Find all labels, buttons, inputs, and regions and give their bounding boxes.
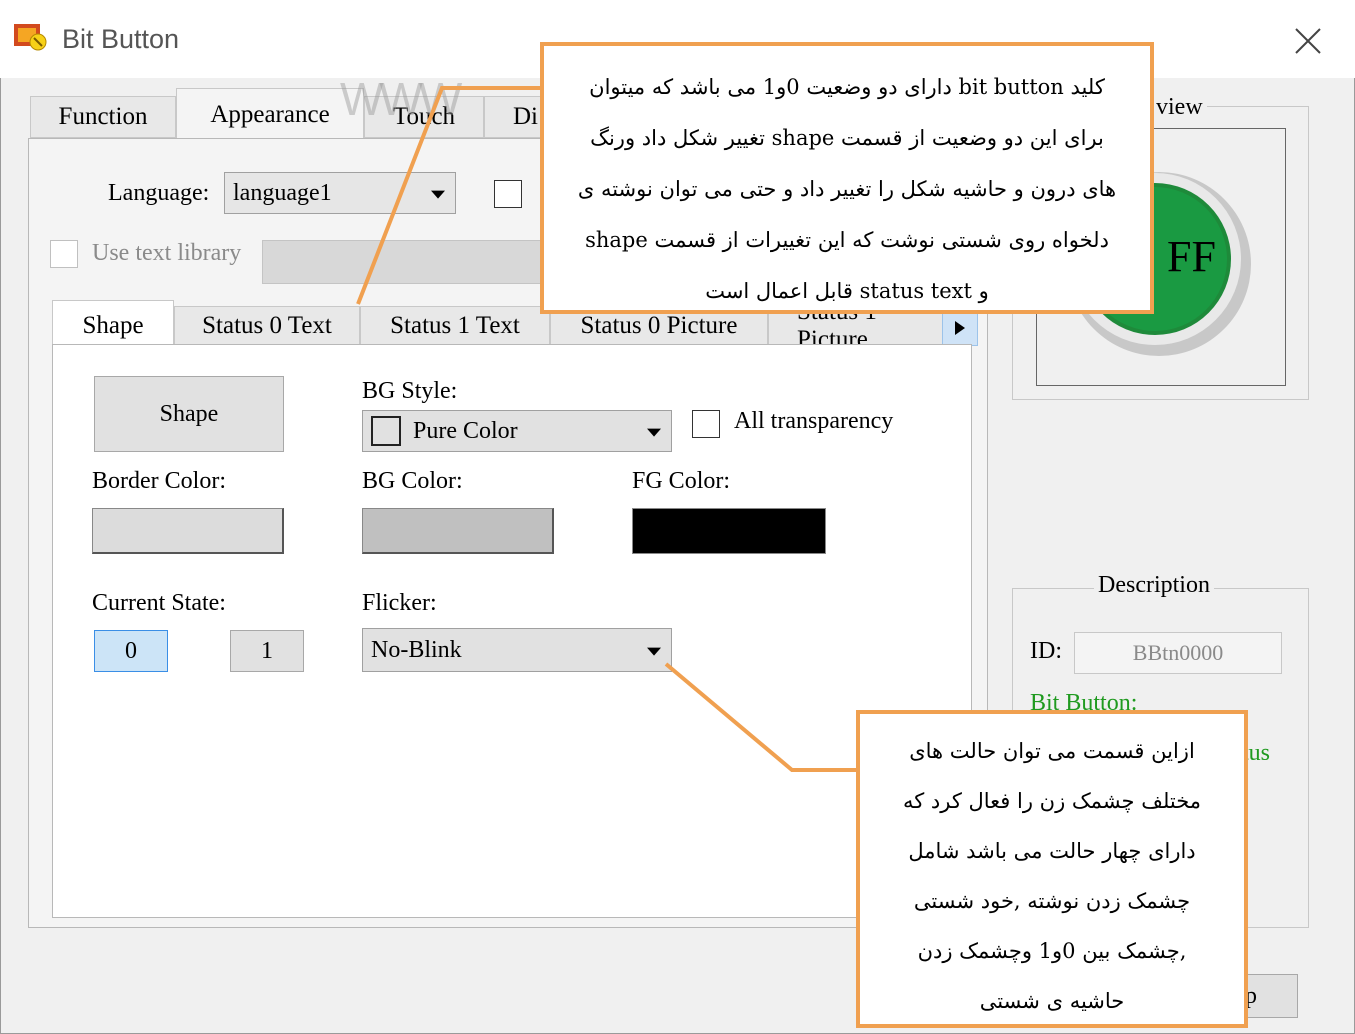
square-icon [371,416,401,446]
state-1-button[interactable]: 1 [230,630,304,672]
flicker-value: No-Blink [371,636,462,663]
preview-button-text: FF [1167,232,1216,281]
fg-color-swatch[interactable] [632,508,826,554]
language-value: language1 [233,179,332,206]
close-icon [1295,28,1321,54]
flicker-label: Flicker: [362,590,437,616]
bg-color-swatch[interactable] [362,508,554,554]
bg-color-label: BG Color: [362,468,463,494]
top-callout-line: و status text قابل اعمال است [705,279,989,303]
close-button[interactable] [1280,18,1336,64]
border-color-label: Border Color: [92,468,226,494]
tab-display[interactable]: Di [484,96,544,138]
fg-color-label: FG Color: [632,468,731,494]
chevron-down-icon [647,428,661,437]
use-text-library-label: Use text library [92,240,242,266]
bg-style-value: Pure Color [413,417,518,444]
description-title: Description [1094,572,1214,599]
app-icon [14,22,48,52]
top-callout-line: دلخواه روی شستی نوشت که این تغییرات از ق… [585,228,1109,252]
current-state-label: Current State: [92,590,226,616]
chevron-down-icon [647,647,661,656]
tab-function[interactable]: Function [30,96,176,138]
top-callout-line: های درون و حاشیه شکل را تغییر داد و حتی … [577,177,1117,201]
use-text-library-checkbox[interactable] [50,240,78,268]
bottom-callout: ازاین قسمت می توان حالت های مختلف چشمک ز… [856,710,1248,1028]
id-field[interactable]: BBtn0000 [1074,632,1282,674]
tab-appearance[interactable]: Appearance [176,88,364,140]
chevron-right-icon [955,321,965,335]
state-0-button[interactable]: 0 [94,630,168,672]
tab-shape[interactable]: Shape [52,300,174,350]
shape-button[interactable]: Shape [94,376,284,452]
all-transparency-checkbox[interactable] [692,410,720,438]
bg-style-label: BG Style: [362,378,458,404]
tab-status-0-text[interactable]: Status 0 Text [174,306,360,346]
all-transparency-label: All transparency [734,408,894,434]
bottom-callout-line: حاشیه ی شستی [979,989,1125,1013]
bottom-callout-line: ,چشمک بین 0و1 وچشمک زدن [917,939,1187,963]
preview-title: view [1152,94,1207,121]
language-label: Language: [108,180,210,206]
flicker-dropdown[interactable]: No-Blink [362,628,672,672]
language-dropdown[interactable]: language1 [224,172,456,214]
bottom-callout-line: دارای چهار حالت می باشد شامل [908,839,1196,863]
bottom-callout-line: مختلف چشمک زن را فعال کرد که [902,789,1202,813]
top-callout-line: برای این دو وضعیت از قسمت shape تغییر شک… [590,126,1104,150]
chevron-down-icon [431,190,445,199]
bottom-callout-line: ازاین قسمت می توان حالت های [909,739,1195,763]
tab-status-1-text[interactable]: Status 1 Text [360,306,550,346]
bg-style-dropdown[interactable]: Pure Color [362,410,672,452]
language-option-checkbox[interactable] [494,180,522,208]
border-color-swatch[interactable] [92,508,284,554]
id-label: ID: [1030,638,1062,664]
window-title: Bit Button [62,24,180,54]
bottom-callout-line: چشمک زدن نوشته ,خود شستی [913,889,1191,913]
top-callout-line: کلید bit button دارای دو وضعیت 0و1 می با… [589,75,1105,99]
top-callout: کلید bit button دارای دو وضعیت 0و1 می با… [540,42,1154,314]
text-library-select[interactable] [262,240,547,284]
watermark: WWW [340,73,462,125]
